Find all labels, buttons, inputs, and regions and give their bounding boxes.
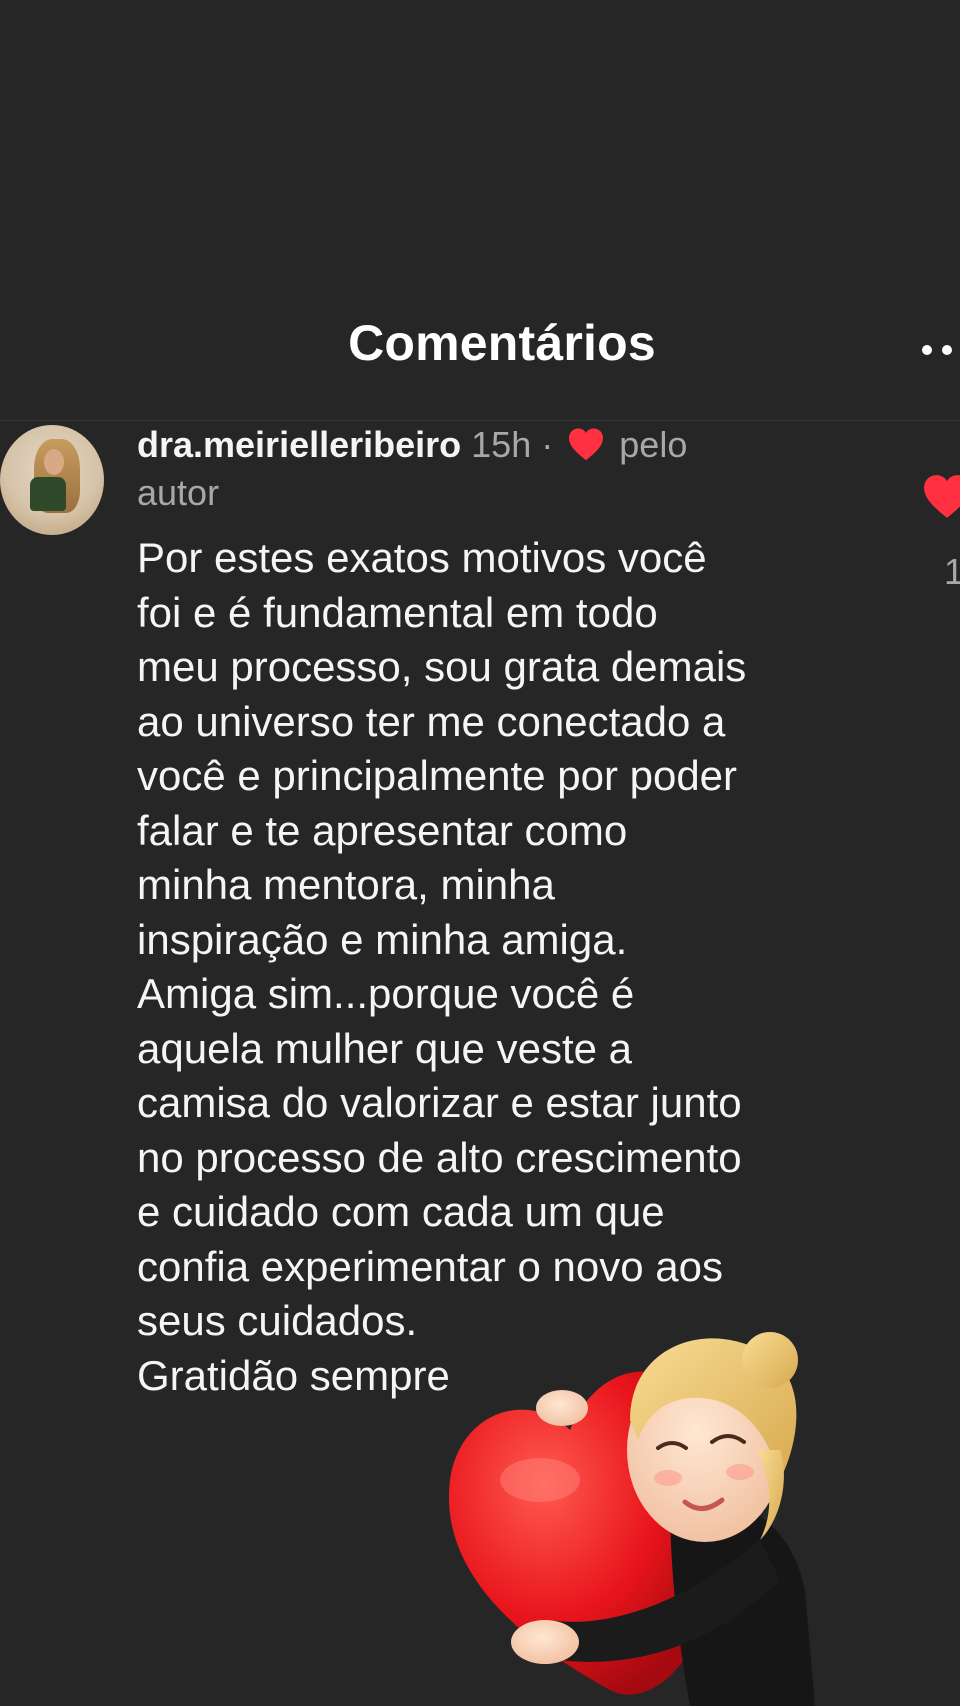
heart-hug-memoji-sticker [448, 1332, 815, 1706]
page-title: Comentários [348, 315, 656, 371]
avatar[interactable] [0, 425, 104, 535]
comment-item: dra.meirielleribeiro 15h · pelo autor Po… [0, 421, 960, 1401]
comment-time: 15h [471, 424, 532, 465]
like-count: 1 [944, 551, 960, 592]
comments-screen: Comentários dra.meirielleribeiro 15h · p… [0, 0, 960, 1706]
more-options-button[interactable] [922, 340, 960, 360]
more-options-icon-dot [942, 345, 952, 355]
comment-text: Por estes exatos motivos você foi e é fu… [137, 534, 747, 1399]
liked-by-author-heart-icon [569, 429, 604, 461]
meta-separator: · [541, 424, 554, 465]
liked-by-author-prefix: pelo [619, 424, 688, 465]
comment-username[interactable]: dra.meirielleribeiro [137, 424, 461, 465]
more-options-icon [922, 345, 932, 355]
comments-header: Comentários [0, 300, 960, 421]
liked-by-author-suffix: autor [137, 472, 220, 513]
heart-icon[interactable] [922, 473, 960, 519]
comment-meta: dra.meirielleribeiro 15h · pelo autor [137, 421, 797, 517]
